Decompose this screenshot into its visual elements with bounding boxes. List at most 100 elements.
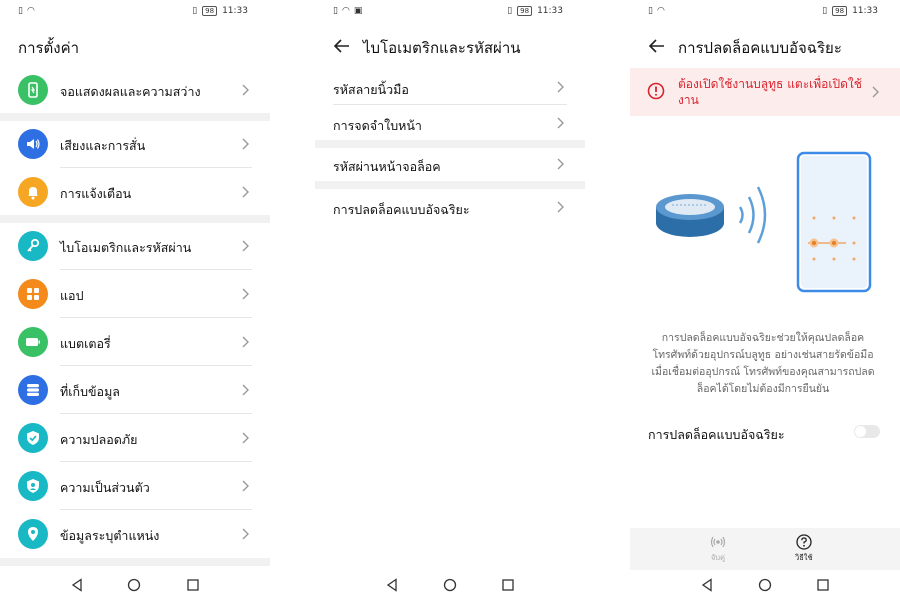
face-recognition-item[interactable]: การจดจำใบหน้า [315, 105, 585, 141]
list-item-label: รหัสลายนิ้วมือ [333, 82, 409, 97]
sim-icon: ▯ [333, 6, 338, 16]
chevron-right-icon [242, 84, 249, 96]
screenshot-icon: ▣ [353, 6, 363, 16]
settings-item-label: ความปลอดภัย [60, 432, 138, 447]
shield-check-icon [18, 423, 48, 453]
settings-item-storage[interactable]: ที่เก็บข้อมูล [0, 366, 270, 414]
system-nav-bar [0, 570, 270, 600]
vibrate-icon: ▯ [507, 6, 513, 16]
nav-recents-icon[interactable] [501, 578, 515, 592]
system-nav-bar [630, 570, 900, 600]
location-pin-icon [18, 519, 48, 549]
nav-home-icon[interactable] [443, 578, 457, 592]
settings-item-label: ที่เก็บข้อมูล [60, 384, 120, 399]
settings-item-apps[interactable]: แอป [0, 270, 270, 318]
settings-item-label: การแจ้งเตือน [60, 186, 132, 201]
battery-settings-icon [18, 327, 48, 357]
smart-unlock-toggle[interactable] [854, 425, 880, 438]
battery-icon: 98 [832, 6, 848, 16]
help-button[interactable]: วิธีใช้ [795, 534, 813, 564]
nav-back-icon[interactable] [70, 578, 84, 592]
chevron-right-icon [242, 480, 249, 492]
biometrics-panel: ▯ ◠ ▣ ▯ 98 11:33 ไบโอเมตริกและรหัสผ่าน รหัสล… [315, 0, 585, 600]
status-bar: ▯ ◠ ▯ 98 11:33 [630, 6, 900, 20]
list-item-label: รหัสผ่านหน้าจอล็อค [333, 159, 441, 174]
wifi-icon: ◠ [26, 6, 35, 16]
settings-item-biometrics[interactable]: ไบโอเมตริกและรหัสผ่าน [0, 222, 270, 270]
nav-recents-icon[interactable] [186, 578, 200, 592]
fingerprint-item[interactable]: รหัสลายนิ้วมือ [315, 69, 585, 105]
list-item-label: การจดจำใบหน้า [333, 118, 422, 133]
apps-grid-icon [18, 279, 48, 309]
nav-recents-icon[interactable] [816, 578, 830, 592]
bluetooth-warning-banner[interactable]: ต้องเปิดใช้งานบลูทูธ แตะเพื่อเปิดใช้งาน [630, 68, 900, 116]
status-bar: ▯ ◠ ▯ 98 11:33 [0, 6, 270, 20]
nav-back-icon[interactable] [700, 578, 714, 592]
bottom-action-bar: จับคู่ วิธีใช้ [630, 528, 900, 570]
settings-item-location[interactable]: ข้อมูลระบุตำแหน่ง [0, 510, 270, 558]
pair-icon [710, 536, 726, 548]
toggle-label: การปลดล็อคแบบอัจฉริยะ [648, 427, 785, 442]
wifi-icon: ◠ [341, 6, 350, 16]
nav-home-icon[interactable] [758, 578, 772, 592]
chevron-right-icon [242, 288, 249, 300]
settings-item-label: แบตเตอรี่ [60, 336, 111, 351]
pair-button[interactable]: จับคู่ [710, 534, 726, 564]
chevron-right-icon [242, 138, 249, 150]
vibrate-icon: ▯ [822, 6, 828, 16]
status-bar: ▯ ◠ ▣ ▯ 98 11:33 [315, 6, 585, 20]
back-arrow-icon[interactable] [333, 37, 351, 55]
smart-unlock-item[interactable]: การปลดล็อคแบบอัจฉริยะ [315, 189, 585, 225]
battery-icon: 98 [517, 6, 533, 16]
nav-home-icon[interactable] [127, 578, 141, 592]
signal-waves-icon [738, 186, 767, 244]
privacy-shield-icon [18, 471, 48, 501]
sim-icon: ▯ [648, 6, 653, 16]
settings-item-security[interactable]: ความปลอดภัย [0, 414, 270, 462]
chevron-right-icon [557, 117, 564, 129]
page-title: การปลดล็อคแบบอัจฉริยะ [678, 39, 842, 57]
chevron-right-icon [242, 384, 249, 396]
back-arrow-icon[interactable] [648, 37, 666, 55]
vibrate-icon: ▯ [192, 6, 198, 16]
help-label: วิธีใช้ [795, 553, 813, 562]
smart-unlock-illustration [656, 151, 872, 293]
section-divider [0, 558, 270, 566]
settings-item-label: แอป [60, 288, 84, 303]
settings-item-label: เสียงและการสั่น [60, 138, 146, 153]
pair-label: จับคู่ [710, 553, 726, 562]
toggle-knob [855, 426, 866, 437]
chevron-right-icon [557, 158, 564, 170]
speaker-icon [18, 129, 48, 159]
page-title: การตั้งค่า [18, 39, 80, 57]
fitness-band-icon [656, 194, 724, 237]
nav-back-icon[interactable] [385, 578, 399, 592]
chevron-right-icon [242, 432, 249, 444]
key-icon [18, 231, 48, 261]
settings-item-label: ข้อมูลระบุตำแหน่ง [60, 528, 160, 543]
bell-icon [18, 177, 48, 207]
settings-item-notifications[interactable]: การแจ้งเตือน [0, 168, 270, 216]
chevron-right-icon [242, 336, 249, 348]
smart-unlock-description: การปลดล็อคแบบอัจฉริยะช่วยให้คุณปลดล็อคโท… [651, 332, 875, 395]
clock: 11:33 [537, 6, 563, 16]
settings-item-battery[interactable]: แบตเตอรี่ [0, 318, 270, 366]
warning-text: ต้องเปิดใช้งานบลูทูธ แตะเพื่อเปิดใช้งาน [678, 77, 862, 107]
smart-unlock-panel: ▯ ◠ ▯ 98 11:33 การปลดล็อคแบบอัจฉริยะ ต้องเป… [630, 0, 900, 600]
wifi-icon: ◠ [656, 6, 665, 16]
chevron-right-icon [557, 201, 564, 213]
settings-item-privacy[interactable]: ความเป็นส่วนตัว [0, 462, 270, 510]
clock: 11:33 [222, 6, 248, 16]
settings-item-display[interactable]: จอแสดงผลและความสว่าง [0, 66, 270, 114]
phone-icon [796, 151, 872, 293]
settings-item-label: ไบโอเมตริกและรหัสผ่าน [60, 240, 192, 255]
settings-item-sound[interactable]: เสียงและการสั่น [0, 120, 270, 168]
chevron-right-icon [242, 240, 249, 252]
settings-item-label: ความเป็นส่วนตัว [60, 480, 150, 495]
chevron-right-icon [242, 528, 249, 540]
lock-screen-password-item[interactable]: รหัสผ่านหน้าจอล็อค [315, 146, 585, 182]
chevron-right-icon [242, 186, 249, 198]
sim-icon: ▯ [18, 6, 23, 16]
storage-icon [18, 375, 48, 405]
settings-panel: ▯ ◠ ▯ 98 11:33 การตั้งค่า จอแสดงผลและความสว… [0, 0, 270, 600]
